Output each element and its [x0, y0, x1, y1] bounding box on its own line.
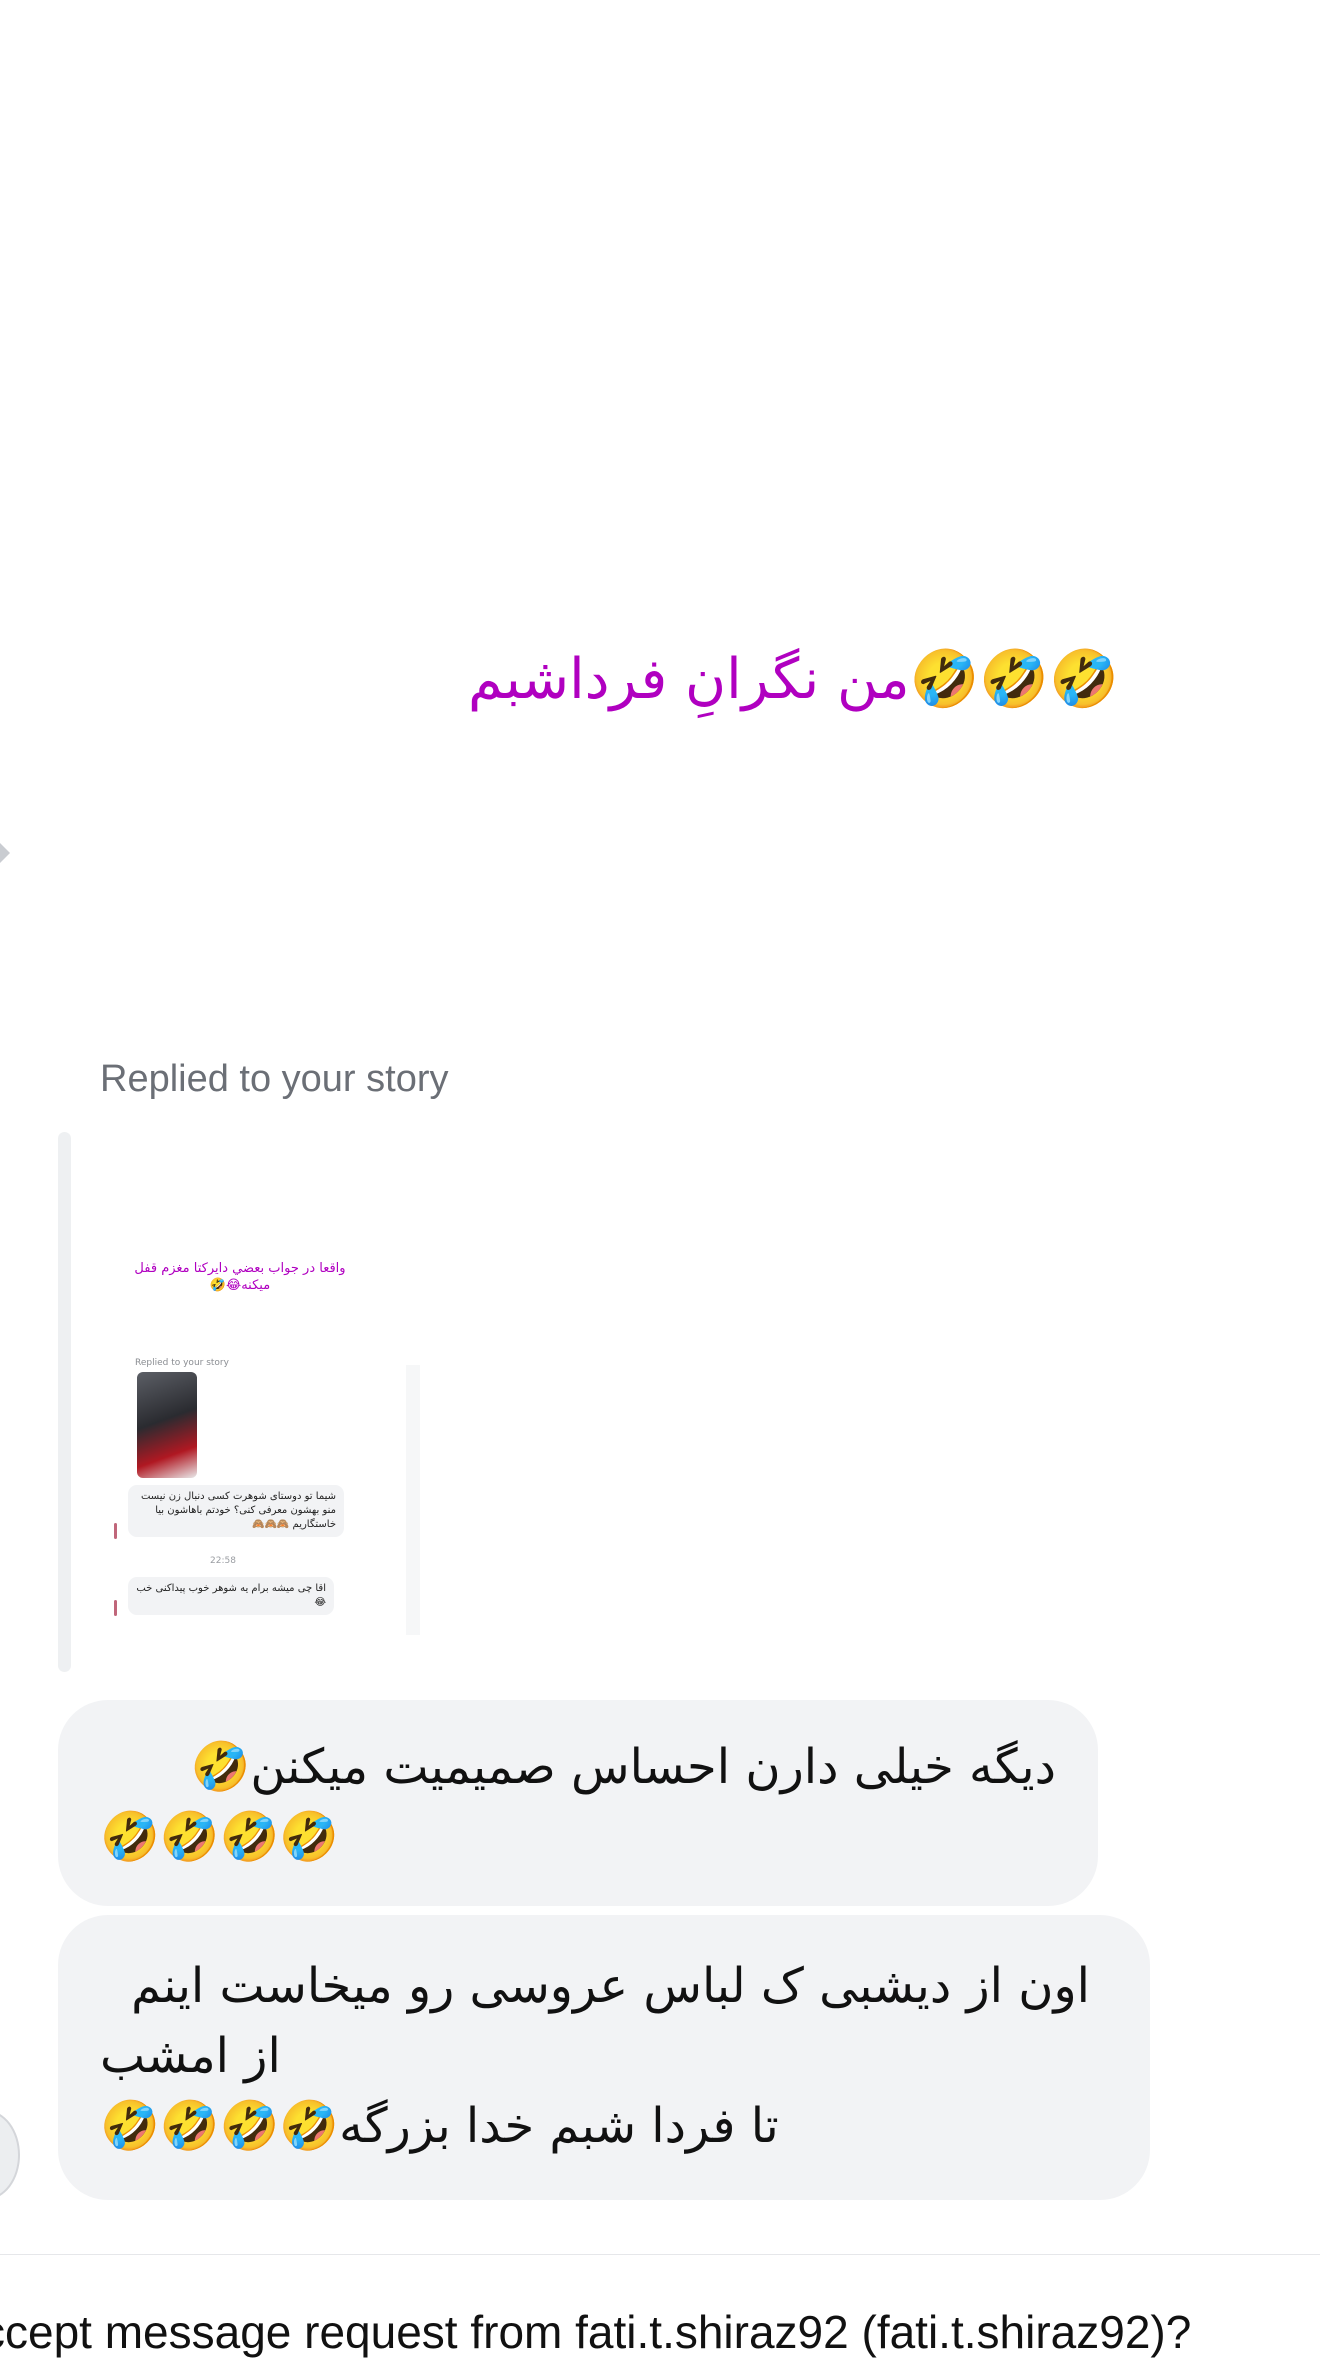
story-caption: من نگرانِ فرداشبم🤣🤣🤣 [468, 647, 1119, 712]
thumbnail-time: 22:58 [210, 1556, 236, 1566]
accept-request-prompt: ccept message request from fati.t.shiraz… [0, 2306, 1192, 2358]
divider [0, 2254, 1320, 2255]
message-line: اون از دیشبی ک لباس عروسی رو میخاست اینم [131, 1958, 1090, 2014]
thumbnail-avatar-dot [114, 1600, 117, 1616]
replied-to-story-label: Replied to your story [100, 1058, 449, 1100]
quote-bar [58, 1132, 71, 1672]
partial-avatar[interactable] [0, 2110, 20, 2200]
story-thumbnail[interactable]: واقعا در جواب بعضي دایرکتا مغزم قفل میکن… [110, 1140, 420, 1640]
message-bubble[interactable]: اون از دیشبی ک لباس عروسی رو میخاست اینم… [58, 1915, 1150, 2200]
thumbnail-message-1: شیما تو دوستای شوهرت کسی دنبال زن نیست م… [128, 1485, 344, 1537]
thumbnail-edge [406, 1365, 420, 1635]
message-line: تا فردا شبم خدا بزرگه🤣🤣🤣🤣 [100, 2098, 779, 2154]
thumbnail-story-image [137, 1372, 197, 1478]
message-bubble[interactable]: دیگه خیلی دارن احساس صمیمیت میکنن🤣 🤣🤣🤣🤣 [58, 1700, 1098, 1906]
message-line: دیگه خیلی دارن احساس صمیمیت میکنن🤣 [190, 1739, 1056, 1795]
message-line: از امشب [100, 2028, 281, 2084]
thumbnail-avatar-dot [114, 1523, 117, 1539]
thumbnail-message-2: اقا چی میشه برام یه شوهر خوب پیداکنی خب … [128, 1577, 334, 1615]
left-edge-indicator-icon [0, 843, 10, 863]
thumbnail-caption: واقعا در جواب بعضي دایرکتا مغزم قفل میکن… [134, 1261, 346, 1293]
message-line: 🤣🤣🤣🤣 [100, 1809, 340, 1865]
thumbnail-reply-label: Replied to your story [135, 1358, 229, 1368]
